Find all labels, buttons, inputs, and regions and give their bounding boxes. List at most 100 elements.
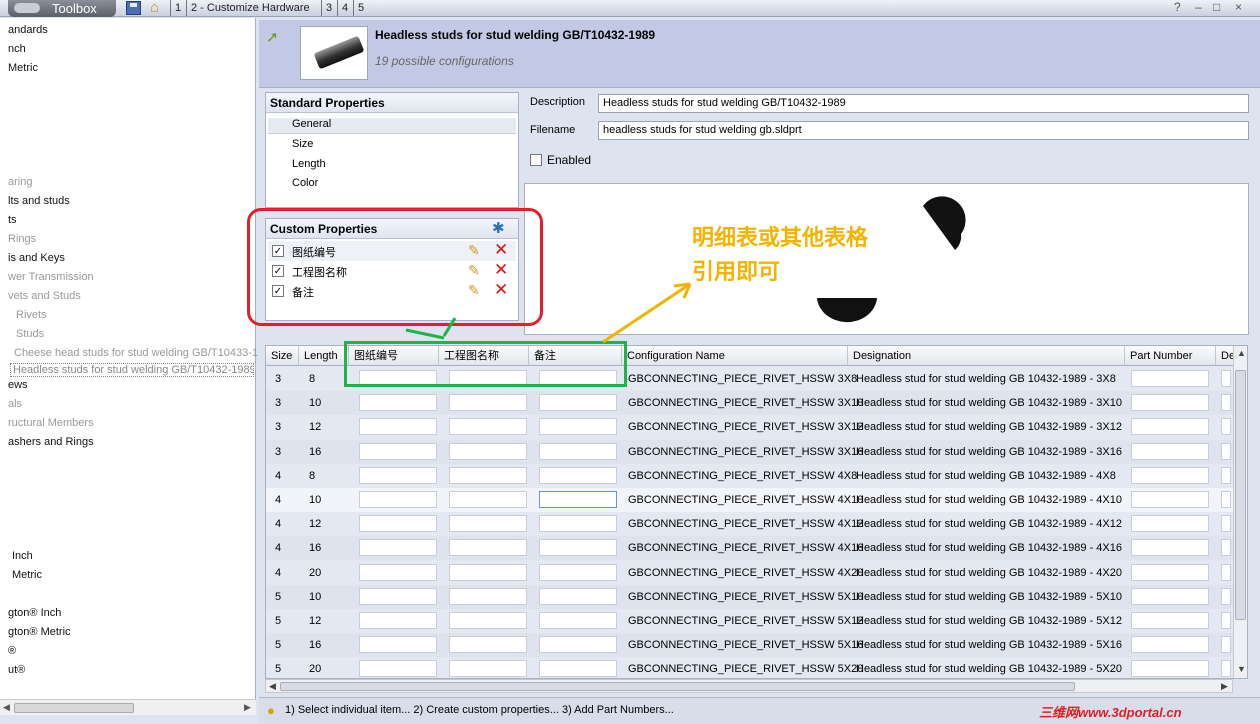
prop-size[interactable]: Size — [292, 138, 313, 150]
part-number-input[interactable] — [1131, 466, 1209, 484]
table-row[interactable]: 4 10 GBCONNECTING_PIECE_RIVET_HSSW 4X10 Hea… — [266, 488, 1234, 512]
part-number-input[interactable] — [1131, 612, 1209, 629]
table-row[interactable]: 4 8 GBCONNECTING_PIECE_RIVET_HSSW 4X8 Headl… — [266, 464, 1234, 488]
remark-input[interactable] — [539, 612, 617, 629]
configurations-grid[interactable]: Size Length 图纸编号 工程图名称 备注 Configuration … — [265, 345, 1248, 679]
drawing-name-input[interactable] — [449, 491, 527, 508]
drawing-number-input[interactable] — [359, 612, 437, 629]
description-cell-input[interactable] — [1221, 394, 1231, 412]
col-size[interactable]: Size — [266, 346, 299, 366]
grid-horizontal-scrollbar[interactable]: ◀ ▶ — [265, 679, 1233, 693]
table-row[interactable]: 4 16 GBCONNECTING_PIECE_RIVET_HSSW 4X16 Hea… — [266, 536, 1234, 561]
tree-item[interactable]: Inch — [12, 550, 33, 562]
description-cell-input[interactable] — [1221, 370, 1231, 387]
part-number-input[interactable] — [1131, 539, 1209, 557]
description-cell-input[interactable] — [1221, 491, 1231, 508]
table-row[interactable]: 5 10 GBCONNECTING_PIECE_RIVET_HSSW 5X10 Hea… — [266, 584, 1234, 609]
tree-item[interactable]: Metric — [8, 62, 38, 74]
table-row[interactable]: 5 16 GBCONNECTING_PIECE_RIVET_HSSW 5X16 Hea… — [266, 633, 1234, 658]
remark-input[interactable] — [539, 394, 617, 412]
table-row[interactable]: 5 12 GBCONNECTING_PIECE_RIVET_HSSW 5X12 Hea… — [266, 609, 1234, 633]
prop-general[interactable]: General — [268, 118, 516, 134]
remark-input[interactable] — [539, 587, 617, 605]
part-number-input[interactable] — [1131, 442, 1209, 460]
remark-input[interactable] — [539, 539, 617, 557]
help-icon[interactable]: ? — [1174, 0, 1181, 15]
description-input[interactable]: Headless studs for stud welding GB/T1043… — [598, 94, 1249, 113]
drawing-number-input[interactable] — [359, 491, 437, 508]
part-number-input[interactable] — [1131, 636, 1209, 654]
description-cell-input[interactable] — [1221, 563, 1231, 581]
description-cell-input[interactable] — [1221, 636, 1231, 654]
drawing-name-input[interactable] — [449, 612, 527, 629]
drawing-name-input[interactable] — [449, 442, 527, 460]
tree-item[interactable]: Rings — [8, 233, 36, 245]
drawing-number-input[interactable] — [359, 660, 437, 678]
part-number-input[interactable] — [1131, 418, 1209, 436]
prop-color[interactable]: Color — [292, 177, 318, 189]
enabled-checkbox[interactable] — [530, 154, 542, 166]
scroll-down-icon[interactable]: ▼ — [1237, 664, 1246, 674]
minimize-icon[interactable]: – — [1195, 0, 1202, 15]
tree-item[interactable]: vets and Studs — [8, 290, 81, 302]
table-row[interactable]: 3 16 GBCONNECTING_PIECE_RIVET_HSSW 3X16 Hea… — [266, 439, 1234, 464]
step-3-link[interactable]: 3 — [321, 0, 336, 16]
description-cell-input[interactable] — [1221, 418, 1231, 436]
table-row[interactable]: 4 12 GBCONNECTING_PIECE_RIVET_HSSW 4X12 Hea… — [266, 512, 1234, 536]
tree-item[interactable]: Rivets — [16, 309, 47, 321]
part-number-input[interactable] — [1131, 587, 1209, 605]
drawing-number-input[interactable] — [359, 418, 437, 436]
drawing-name-input[interactable] — [449, 466, 527, 484]
part-number-input[interactable] — [1131, 370, 1209, 387]
tree-item[interactable]: gton® Metric — [8, 626, 71, 638]
tree-item[interactable]: ut® — [8, 664, 25, 676]
table-row[interactable]: 3 10 GBCONNECTING_PIECE_RIVET_HSSW 3X10 Hea… — [266, 391, 1234, 416]
scroll-left-icon[interactable]: ◀ — [269, 681, 276, 692]
part-number-input[interactable] — [1131, 660, 1209, 678]
col-configuration-name[interactable]: Configuration Name — [622, 346, 848, 366]
table-row[interactable]: 4 20 GBCONNECTING_PIECE_RIVET_HSSW 4X20 Hea… — [266, 561, 1234, 585]
description-cell-input[interactable] — [1221, 442, 1231, 460]
col-part-number[interactable]: Part Number — [1125, 346, 1216, 366]
drawing-number-input[interactable] — [359, 636, 437, 654]
description-cell-input[interactable] — [1221, 587, 1231, 605]
remark-input[interactable] — [539, 515, 617, 533]
drawing-number-input[interactable] — [359, 442, 437, 460]
scroll-thumb[interactable] — [14, 703, 134, 713]
tree-item[interactable]: nch — [8, 43, 26, 55]
tree-item[interactable]: wer Transmission — [8, 271, 94, 283]
remark-input[interactable] — [539, 636, 617, 654]
part-number-input[interactable] — [1131, 563, 1209, 581]
drawing-number-input[interactable] — [359, 394, 437, 412]
scroll-right-icon[interactable]: ▶ — [1221, 681, 1228, 692]
step-4-link[interactable]: 4 — [337, 0, 352, 16]
maximize-icon[interactable]: □ — [1213, 0, 1220, 15]
drawing-name-input[interactable] — [449, 515, 527, 533]
remark-input[interactable] — [539, 563, 617, 581]
scroll-thumb[interactable] — [1235, 370, 1246, 620]
tree-item[interactable]: lts and studs — [8, 195, 70, 207]
tree-item[interactable]: Cheese head studs for stud welding GB/T1… — [14, 347, 258, 359]
home-icon[interactable]: ⌂ — [150, 0, 159, 16]
part-number-input[interactable] — [1131, 394, 1209, 412]
prop-length[interactable]: Length — [292, 158, 326, 170]
scroll-thumb[interactable] — [280, 682, 1075, 691]
drawing-number-input[interactable] — [359, 466, 437, 484]
remark-input[interactable] — [539, 418, 617, 436]
remark-input[interactable] — [539, 442, 617, 460]
tree-item[interactable]: andards — [8, 24, 48, 36]
tree-item[interactable]: is and Keys — [8, 252, 65, 264]
drawing-number-input[interactable] — [359, 563, 437, 581]
close-icon[interactable]: × — [1235, 0, 1242, 15]
col-designation[interactable]: Designation — [848, 346, 1125, 366]
tree-item[interactable]: Studs — [16, 328, 44, 340]
drawing-name-input[interactable] — [449, 418, 527, 436]
tree-item[interactable]: aring — [8, 176, 32, 188]
remark-input[interactable] — [539, 491, 617, 508]
drawing-name-input[interactable] — [449, 394, 527, 412]
col-length[interactable]: Length — [299, 346, 349, 366]
drawing-name-input[interactable] — [449, 587, 527, 605]
drawing-name-input[interactable] — [449, 563, 527, 581]
tree-item[interactable]: ts — [8, 214, 17, 226]
save-icon[interactable] — [126, 1, 141, 15]
